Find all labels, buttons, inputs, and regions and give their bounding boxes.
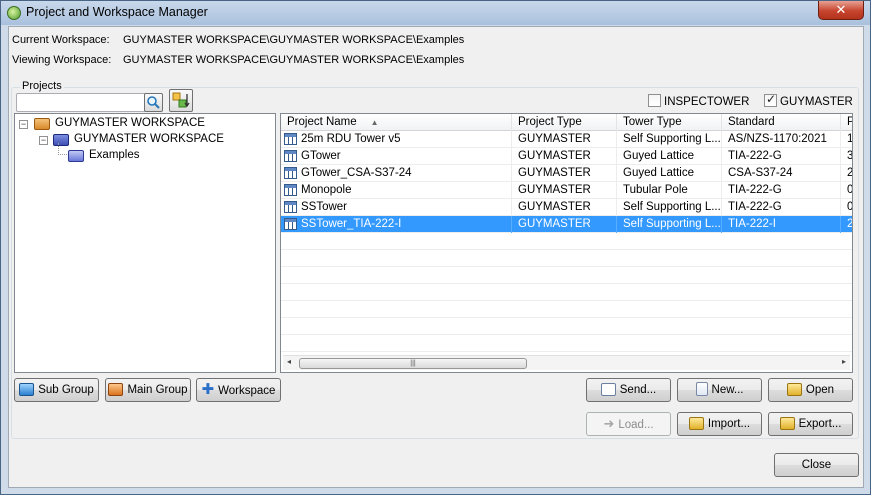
tree-node-label: GUYMASTER WORKSPACE	[55, 117, 205, 129]
tree-node-label: Examples	[89, 149, 140, 161]
column-tower-type[interactable]: Tower Type	[617, 114, 722, 131]
tree-node-label: GUYMASTER WORKSPACE	[74, 133, 224, 145]
empty-row	[281, 267, 852, 284]
send-button[interactable]: Send...	[586, 378, 671, 402]
sort-ascending-icon: ▲	[370, 118, 379, 127]
window-close-button[interactable]: ✕	[818, 1, 864, 20]
empty-row	[281, 284, 852, 301]
empty-row	[281, 318, 852, 335]
filter-guymaster[interactable]: GUYMASTER	[764, 92, 853, 108]
viewing-workspace-label: Viewing Workspace:	[12, 54, 112, 66]
load-arrow-icon: ➜	[603, 416, 615, 431]
open-folder-icon	[786, 383, 802, 396]
project-workspace-manager-window: Project and Workspace Manager ✕ Current …	[0, 0, 871, 495]
collapse-icon[interactable]: −	[19, 120, 28, 129]
plus-icon: ✚	[201, 381, 215, 398]
magnifier-icon	[147, 96, 160, 109]
add-workspace-button[interactable]: ✚ Workspace	[196, 378, 281, 402]
tree-connector	[58, 143, 67, 155]
dialog-body: Current Workspace: GUYMASTER WORKSPACE\G…	[8, 26, 864, 488]
export-button[interactable]: Export...	[768, 412, 853, 436]
table-row[interactable]: SSTower GUYMASTER Self Supporting L... T…	[281, 199, 852, 216]
main-group-icon	[108, 383, 124, 396]
load-button[interactable]: ➜ Load...	[586, 412, 671, 436]
filter-inspectower[interactable]: INSPECTOWER	[648, 94, 749, 108]
scroll-left-arrow-icon[interactable]: ◂	[287, 357, 291, 366]
empty-row	[281, 335, 852, 352]
list-header: Project Name ▲ Project Type Tower Type St…	[281, 114, 852, 131]
import-button[interactable]: Import...	[677, 412, 762, 436]
sub-group-icon	[19, 383, 35, 396]
empty-row	[281, 233, 852, 250]
group-folder-icon	[68, 150, 84, 162]
envelope-icon	[600, 383, 616, 396]
guymaster-checkbox[interactable]	[764, 92, 777, 107]
scroll-right-arrow-icon[interactable]: ▸	[842, 357, 846, 366]
title-bar[interactable]: Project and Workspace Manager ✕	[1, 1, 870, 25]
scroll-thumb[interactable]: |||	[299, 358, 527, 369]
inspectower-checkbox[interactable]	[648, 94, 661, 107]
export-icon	[779, 417, 795, 430]
projects-group-legend: Projects	[20, 80, 64, 92]
window-title: Project and Workspace Manager	[26, 5, 208, 19]
current-workspace-value: GUYMASTER WORKSPACE\GUYMASTER WORKSPACE\…	[123, 34, 465, 46]
column-project-name[interactable]: Project Name ▲	[281, 114, 512, 131]
projects-list[interactable]: Project Name ▲ Project Type Tower Type St…	[280, 113, 853, 373]
open-button[interactable]: Open	[768, 378, 853, 402]
new-button[interactable]: New...	[677, 378, 762, 402]
table-row[interactable]: GTower GUYMASTER Guyed Lattice TIA-222-G…	[281, 148, 852, 165]
table-row[interactable]: Monopole GUYMASTER Tubular Pole TIA-222-…	[281, 182, 852, 199]
close-button[interactable]: Close	[774, 453, 859, 477]
column-project-type[interactable]: Project Type	[512, 114, 617, 131]
sort-projects-button[interactable]	[169, 89, 193, 112]
sort-az-icon	[172, 92, 190, 108]
app-icon	[7, 6, 21, 20]
horizontal-scrollbar[interactable]: ◂ ||| ▸	[283, 355, 850, 370]
current-workspace-label: Current Workspace:	[12, 34, 110, 46]
new-document-icon	[695, 382, 708, 396]
table-row-selected[interactable]: SSTower_TIA-222-I GUYMASTER Self Support…	[281, 216, 852, 233]
collapse-icon[interactable]: −	[39, 136, 48, 145]
workspace-tree[interactable]: − GUYMASTER WORKSPACE − GUYMASTER WORKSP…	[14, 113, 276, 373]
column-p[interactable]: P	[841, 114, 852, 131]
workspace-folder-icon	[34, 118, 50, 130]
column-standard[interactable]: Standard	[722, 114, 841, 131]
sub-group-button[interactable]: Sub Group	[14, 378, 99, 402]
empty-row	[281, 301, 852, 318]
table-row[interactable]: 25m RDU Tower v5 GUYMASTER Self Supporti…	[281, 131, 852, 148]
project-search-input[interactable]	[16, 93, 146, 112]
table-row[interactable]: GTower_CSA-S37-24 GUYMASTER Guyed Lattic…	[281, 165, 852, 182]
main-group-button[interactable]: Main Group	[105, 378, 191, 402]
guymaster-label: GUYMASTER	[780, 96, 853, 108]
empty-row	[281, 250, 852, 267]
import-icon	[688, 417, 704, 430]
search-button[interactable]	[144, 93, 163, 112]
viewing-workspace-value: GUYMASTER WORKSPACE\GUYMASTER WORKSPACE\…	[123, 54, 465, 66]
inspectower-label: INSPECTOWER	[664, 96, 750, 108]
